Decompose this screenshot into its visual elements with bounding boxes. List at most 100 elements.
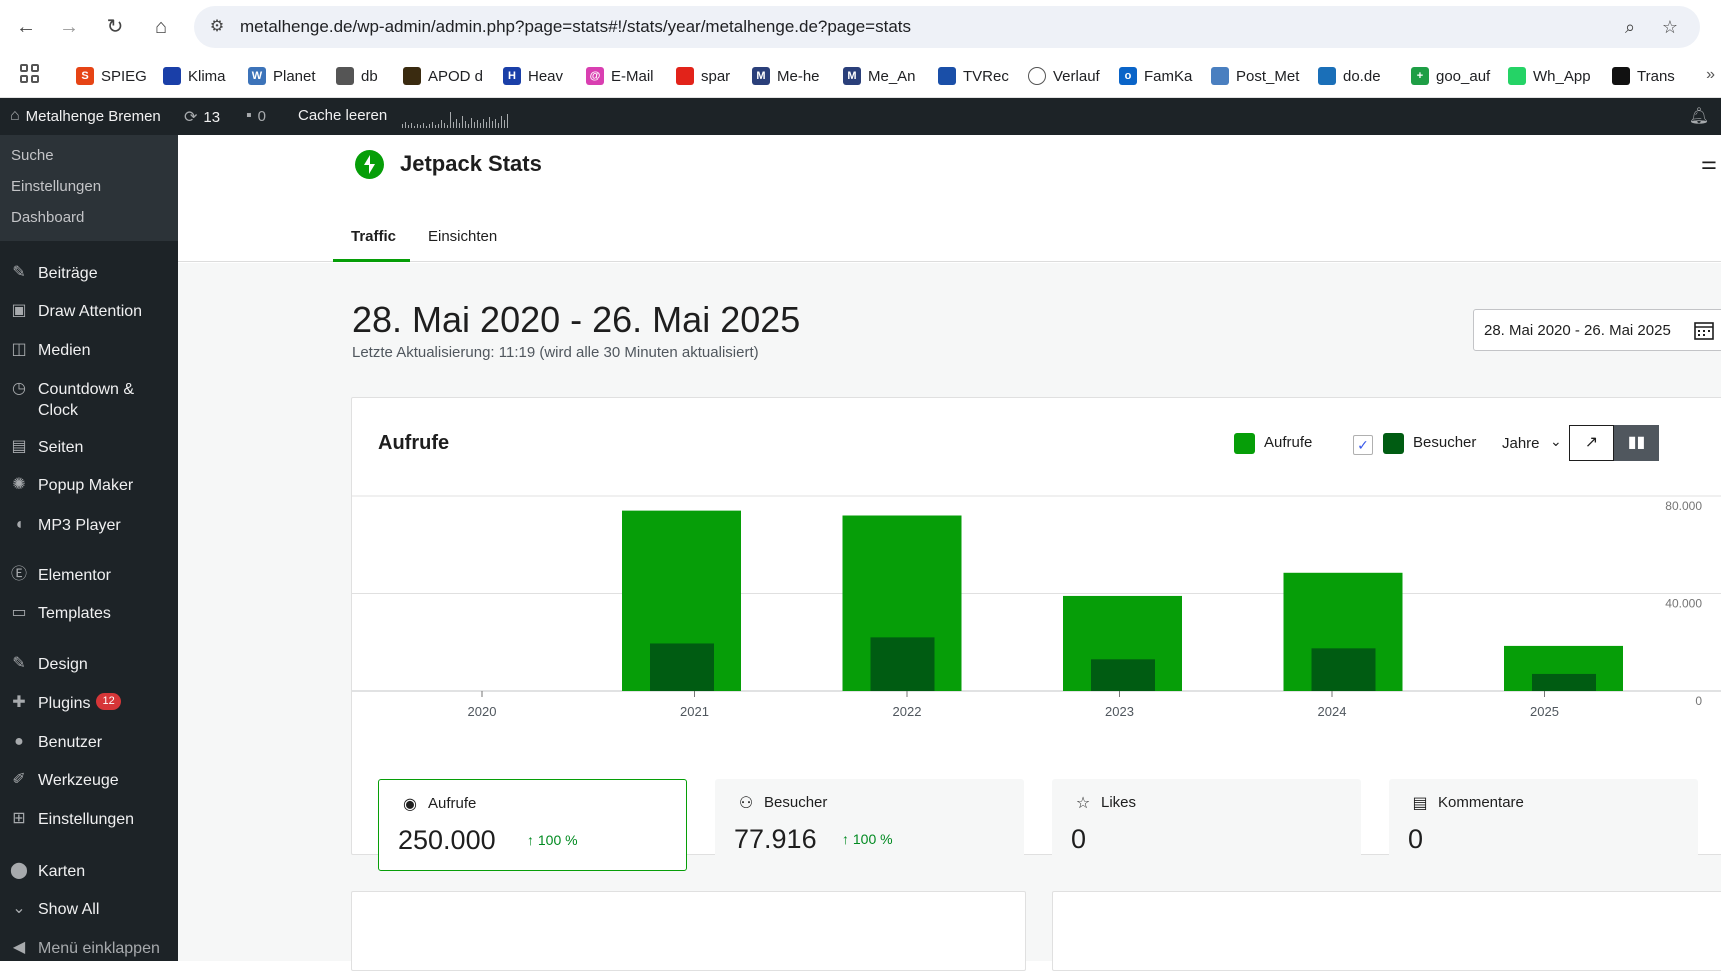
stat-box-besucher[interactable]: ⚇ Besucher 77.916 ↑ 100 %	[715, 779, 1024, 871]
bookmark-label: Me_An	[868, 67, 916, 85]
x-tick-label: 2022	[893, 704, 922, 719]
sidebar-item-werkzeuge[interactable]: ✐ Werkzeuge	[0, 770, 178, 791]
bar-besucher-2021[interactable]	[650, 643, 714, 691]
sidebar-item-medien[interactable]: ◫ Medien	[0, 340, 178, 361]
bar-besucher-2024[interactable]	[1311, 648, 1376, 691]
sidebar-item-popup-maker[interactable]: ✺ Popup Maker	[0, 475, 178, 496]
sidebar-item-design[interactable]: ✎ Design	[0, 654, 178, 675]
bookmark-item[interactable]: Post_Met	[1211, 64, 1299, 88]
stat-box-kommentare[interactable]: ▤ Kommentare 0	[1389, 779, 1698, 871]
more-bookmarks-icon[interactable]: »	[1706, 66, 1715, 84]
bookmark-star-icon[interactable]: ☆	[1658, 15, 1682, 39]
site-settings-icon[interactable]: ⚙	[206, 16, 228, 38]
updates-link[interactable]: ⟳ 13	[184, 107, 220, 127]
sidebar-item-show-all[interactable]: ⌄ Show All	[0, 899, 178, 920]
sidebar-item-einstellungen[interactable]: ⊞ Einstellungen	[0, 809, 178, 830]
page-title: Jetpack Stats	[400, 151, 542, 176]
bookmark-item[interactable]: TVRec	[938, 64, 1009, 88]
stat-box-aufrufe[interactable]: ◉ Aufrufe 250.000 ↑ 100 %	[378, 779, 687, 871]
stat-box-likes[interactable]: ☆ Likes 0	[1052, 779, 1361, 871]
comments-link[interactable]: ▪ 0	[246, 107, 266, 125]
bar-besucher-2022[interactable]	[870, 637, 935, 691]
map-pin-icon: ⬤	[10, 862, 28, 879]
stats-sparkline[interactable]	[402, 110, 510, 128]
sidebar-item-seiten[interactable]: ▤ Seiten	[0, 437, 178, 458]
tab-traffic[interactable]: Traffic	[351, 228, 396, 245]
forward-icon[interactable]: →	[54, 12, 84, 42]
back-icon[interactable]: ←	[11, 12, 41, 42]
stat-value: 77.916	[734, 824, 817, 854]
bookmark-item[interactable]: W Planet	[248, 64, 316, 88]
sidebar-item-draw-attention[interactable]: ▣ Draw Attention	[0, 301, 178, 322]
sidebar-item-label: Elementor	[38, 567, 111, 584]
bookmark-favicon-icon: @	[586, 67, 604, 85]
bookmark-item[interactable]: spar	[676, 64, 730, 88]
bookmark-item[interactable]: o FamKa	[1119, 64, 1192, 88]
zoom-icon[interactable]: ⌕	[1618, 15, 1642, 39]
stat-label: Kommentare	[1438, 794, 1524, 811]
submenu-item-dashboard[interactable]: Dashboard	[11, 209, 84, 226]
sidebar-item-mp3-player[interactable]: ◖ MP3 Player	[0, 515, 178, 536]
url-text[interactable]: metalhenge.de/wp-admin/admin.php?page=st…	[240, 17, 911, 37]
address-bar[interactable]: ⚙ metalhenge.de/wp-admin/admin.php?page=…	[194, 6, 1700, 48]
bookmark-item[interactable]: Klima	[163, 64, 226, 88]
bookmark-item[interactable]: M Me_An	[843, 64, 916, 88]
bookmark-item[interactable]: S SPIEG	[76, 64, 147, 88]
submenu-item-einstellungen[interactable]: Einstellungen	[11, 178, 101, 195]
y-tick-label: 40.000	[1665, 597, 1702, 611]
reload-icon[interactable]: ↻	[100, 12, 130, 42]
line-chart-toggle-button[interactable]: ↗	[1569, 425, 1614, 461]
bookmark-item[interactable]: M Me-he	[752, 64, 820, 88]
bookmark-label: Trans	[1637, 67, 1675, 85]
sidebar-item-plugins[interactable]: ✚ Plugins 12	[0, 693, 178, 714]
cache-clear-link[interactable]: Cache leeren	[298, 107, 387, 124]
bookmark-favicon-icon	[1508, 67, 1526, 85]
sidebar-item-countdown-clock[interactable]: ◷ Countdown & Clock	[0, 379, 178, 421]
bookmark-item[interactable]: + goo_auf	[1411, 64, 1490, 88]
bookmark-label: Me-he	[777, 67, 820, 85]
legend-views-label: Aufrufe	[1264, 434, 1313, 451]
chevron-down-icon[interactable]: ⌄	[1550, 433, 1562, 450]
submenu-item-suche[interactable]: Suche	[11, 147, 54, 164]
sidebar-item-templates[interactable]: ▭ Templates	[0, 603, 178, 624]
bar-chart-toggle-button[interactable]: ▮▮	[1614, 425, 1659, 461]
sidebar-item-menü-einklappen[interactable]: ◀ Menü einklappen	[0, 938, 178, 959]
notifications-bell-icon[interactable]: 🔔︎	[1689, 106, 1709, 126]
folder-icon: ▭	[11, 604, 27, 621]
bookmark-item[interactable]: Verlauf	[1028, 64, 1100, 88]
date-range-picker[interactable]: 28. Mai 2020 - 26. Mai 2025	[1473, 309, 1721, 351]
sidebar-item-elementor[interactable]: Ⓔ Elementor	[0, 565, 178, 586]
bookmark-favicon-icon: M	[843, 67, 861, 85]
period-select[interactable]: Jahre	[1502, 435, 1540, 452]
apps-grid-icon[interactable]	[20, 64, 40, 84]
bookmark-item[interactable]: Trans	[1612, 64, 1675, 88]
bookmark-item[interactable]: H Heav	[503, 64, 563, 88]
bar-besucher-2023[interactable]	[1091, 659, 1155, 691]
stats-content: 28. Mai 2020 - 26. Mai 2025 Letzte Aktua…	[178, 263, 1721, 971]
site-name-link[interactable]: ⌂ Metalhenge Bremen	[10, 107, 161, 125]
bookmark-item[interactable]: do.de	[1318, 64, 1381, 88]
sidebar-item-beiträge[interactable]: ✎ Beiträge	[0, 263, 178, 284]
home-icon[interactable]: ⌂	[146, 12, 176, 42]
chart-card-title: Aufrufe	[378, 432, 450, 454]
bookmark-item[interactable]: Wh_App	[1508, 64, 1591, 88]
user-icon: ●	[14, 733, 24, 750]
bookmark-favicon-icon: H	[503, 67, 521, 85]
bookmark-item[interactable]: APOD d	[403, 64, 483, 88]
sidebar-item-label: Countdown & Clock	[38, 381, 135, 419]
settings-sliders-icon[interactable]: ⚌	[1701, 153, 1717, 174]
stat-delta: ↑ 100 %	[842, 831, 893, 847]
star-icon: ☆	[1075, 795, 1091, 812]
bar-besucher-2025[interactable]	[1532, 673, 1596, 691]
comment-icon: ▤	[1412, 795, 1428, 812]
legend-visitors-checkbox[interactable]: ✓	[1353, 435, 1373, 455]
media-icon: ◫	[11, 341, 27, 358]
pin-icon: ✎	[12, 264, 26, 281]
comments-count: 0	[257, 107, 267, 125]
settings-icon: ⊞	[12, 810, 26, 827]
bookmark-item[interactable]: db	[336, 64, 378, 88]
tab-einsichten[interactable]: Einsichten	[428, 228, 497, 245]
bookmark-item[interactable]: @ E-Mail	[586, 64, 654, 88]
sidebar-item-benutzer[interactable]: ● Benutzer	[0, 732, 178, 753]
sidebar-item-karten[interactable]: ⬤ Karten	[0, 861, 178, 882]
